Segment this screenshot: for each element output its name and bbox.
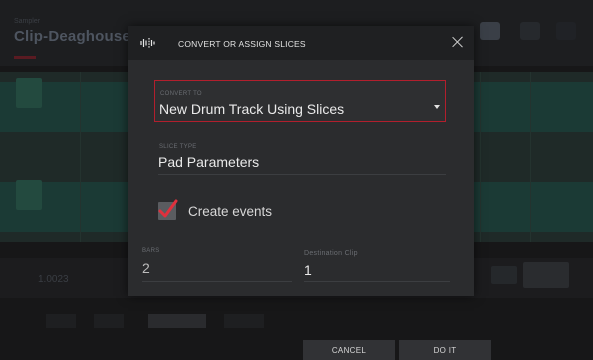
background-tab [148, 314, 206, 328]
destination-clip-label: Destination Clip [304, 250, 358, 257]
convert-to-select[interactable]: CONVERT TO New Drum Track Using Slices [154, 80, 446, 122]
bars-underline [142, 281, 292, 282]
bars-label: BARS [142, 248, 160, 254]
slice-waveform-icon [140, 38, 155, 48]
convert-to-label: CONVERT TO [160, 91, 202, 97]
background-indicator [14, 56, 36, 59]
background-tab [224, 314, 264, 328]
background-track-sub: Sampler [14, 18, 41, 25]
slice-type-underline [158, 174, 446, 175]
do-it-button[interactable]: DO IT [399, 340, 491, 360]
background-bar-label: 1.0023 [38, 274, 69, 285]
destination-clip-underline [304, 281, 450, 282]
background-tool-icon [491, 266, 517, 284]
checkmark-icon [158, 199, 178, 218]
background-tool-button [523, 262, 569, 288]
close-icon[interactable] [450, 34, 466, 50]
background-clip-block [16, 180, 42, 210]
background-search-icon [480, 22, 500, 40]
slice-type-label: SLICE TYPE [159, 144, 197, 150]
background-clip-block [16, 78, 42, 108]
dialog-header: CONVERT OR ASSIGN SLICES [128, 26, 474, 60]
create-events-label: Create events [188, 204, 273, 219]
cancel-button[interactable]: CANCEL [303, 340, 395, 360]
background-grid-icon [520, 22, 540, 40]
chevron-down-icon [434, 105, 440, 109]
dialog-title: CONVERT OR ASSIGN SLICES [178, 39, 306, 49]
create-events-checkbox[interactable] [158, 199, 178, 220]
convert-slices-dialog: CONVERT OR ASSIGN SLICES CONVERT TO New … [128, 26, 474, 296]
background-tab [94, 314, 124, 328]
background-gear-icon [556, 22, 576, 40]
convert-to-value: New Drum Track Using Slices [159, 101, 345, 117]
background-tab [46, 314, 76, 328]
slice-type-select[interactable]: Pad Parameters [158, 154, 259, 170]
bars-field[interactable]: 2 [142, 260, 150, 276]
destination-clip-field[interactable]: 1 [304, 262, 312, 278]
